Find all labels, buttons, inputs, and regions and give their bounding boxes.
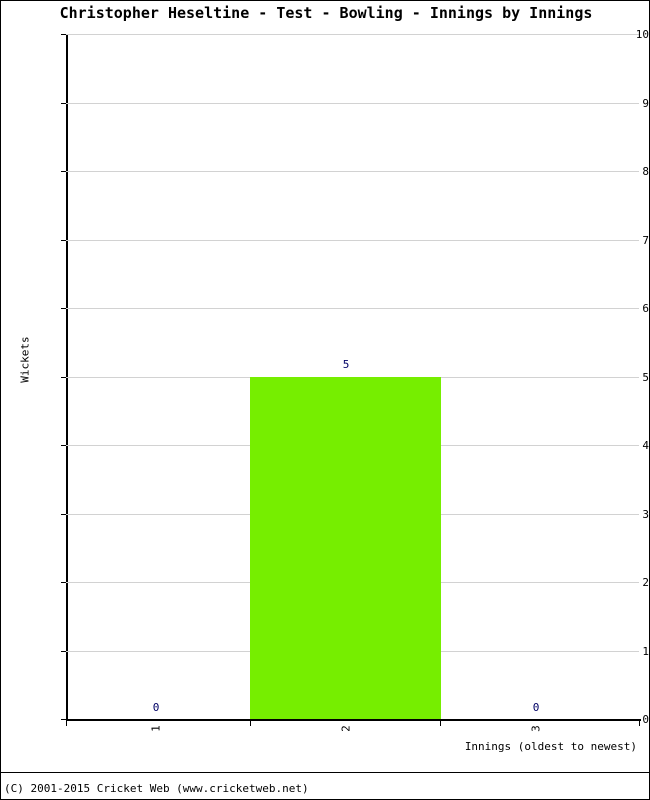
- footer-copyright: (C) 2001-2015 Cricket Web (www.cricketwe…: [4, 782, 309, 795]
- bar-innings-2[interactable]: [250, 376, 441, 719]
- y-tick-mark: [61, 513, 66, 515]
- y-tick-label-5: 5: [642, 370, 649, 384]
- gridline: [66, 34, 639, 35]
- chart-container: Christopher Heseltine - Test - Bowling -…: [0, 0, 650, 800]
- y-tick-label-0: 0: [642, 713, 649, 726]
- chart-title: Christopher Heseltine - Test - Bowling -…: [59, 4, 593, 22]
- gridline: [66, 239, 639, 241]
- x-tick-mark: [639, 721, 640, 726]
- y-tick-mark: [61, 171, 66, 172]
- y-tick-mark: [61, 650, 66, 652]
- y-tick-mark: [61, 239, 66, 241]
- bar-value-label-innings-2: 5: [342, 358, 350, 371]
- y-tick-mark: [61, 308, 66, 309]
- y-tick-mark: [61, 376, 66, 378]
- y-tick-label-6: 6: [642, 302, 649, 315]
- x-tick-label-3: 3: [529, 725, 543, 732]
- x-tick-mark: [250, 721, 251, 726]
- gridline: [66, 171, 639, 172]
- x-tick-mark: [440, 721, 441, 726]
- y-tick-label-8: 8: [642, 165, 649, 178]
- y-tick-label-1: 1: [642, 644, 649, 658]
- y-tick-mark: [61, 445, 66, 446]
- y-tick-label-10: 10: [635, 28, 649, 41]
- y-axis-title: Wickets: [18, 336, 32, 383]
- bar-value-label-innings-3: 0: [532, 701, 540, 714]
- y-tick-label-3: 3: [642, 507, 649, 521]
- y-tick-mark: [61, 102, 66, 104]
- footer-divider: [1, 772, 649, 773]
- y-tick-label-2: 2: [642, 576, 649, 589]
- x-axis-title: Innings (oldest to newest): [464, 740, 637, 753]
- x-tick-mark: [66, 721, 67, 726]
- y-tick-label-9: 9: [642, 96, 649, 110]
- y-tick-mark: [61, 34, 66, 35]
- x-tick-label-1: 1: [149, 725, 163, 732]
- gridline: [66, 308, 639, 309]
- plot-area: [66, 34, 639, 719]
- y-tick-mark: [61, 582, 66, 583]
- gridline: [66, 102, 639, 104]
- y-tick-label-4: 4: [642, 439, 649, 452]
- y-tick-label-7: 7: [642, 233, 649, 247]
- bar-value-label-innings-1: 0: [152, 701, 160, 714]
- y-tick-mark: [61, 719, 66, 720]
- x-tick-label-2: 2: [339, 725, 353, 732]
